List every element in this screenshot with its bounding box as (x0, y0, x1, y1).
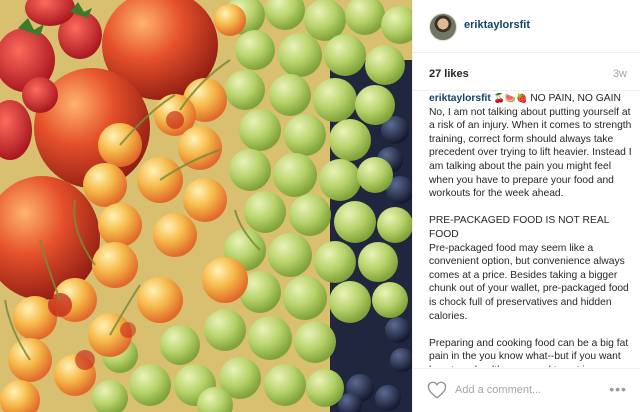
post-header: eriktaylorsfit (413, 0, 640, 53)
post-caption: eriktaylorsfit 🍒🍉🍓 NO PAIN, NO GAIN No, … (429, 92, 635, 367)
caption-heading-2: PRE-PACKAGED FOOD IS NOT REAL FOOD (429, 215, 610, 240)
likes-count[interactable]: 27 likes (429, 68, 469, 80)
post-age[interactable]: 3w (613, 68, 627, 80)
post-details-panel: eriktaylorsfit 27 likes 3w eriktaylorsfi… (412, 0, 640, 412)
caption-emojis: 🍒🍉🍓 (493, 93, 528, 103)
caption-paragraph-1: No, I am not talking about putting yours… (429, 106, 632, 200)
comment-input[interactable] (455, 379, 605, 401)
caption-first-line: eriktaylorsfit 🍒🍉🍓 NO PAIN, NO GAIN (429, 92, 635, 106)
likes-row: 27 likes 3w (413, 53, 640, 91)
fruit-photo-image (0, 0, 412, 412)
heart-icon[interactable] (427, 381, 447, 399)
caption-paragraph-2: Pre-packaged food may seem like a conven… (429, 242, 629, 322)
more-options-icon[interactable]: ••• (609, 382, 627, 396)
caption-headline: NO PAIN, NO GAIN (530, 93, 621, 104)
caption-paragraph-3: Preparing and cooking food can be a big … (429, 337, 629, 367)
post-photo[interactable] (0, 0, 412, 412)
avatar[interactable] (429, 13, 457, 41)
caption-username-link[interactable]: eriktaylorsfit (429, 93, 491, 104)
header-username-link[interactable]: eriktaylorsfit (464, 19, 530, 31)
comment-footer: ••• (413, 368, 640, 412)
